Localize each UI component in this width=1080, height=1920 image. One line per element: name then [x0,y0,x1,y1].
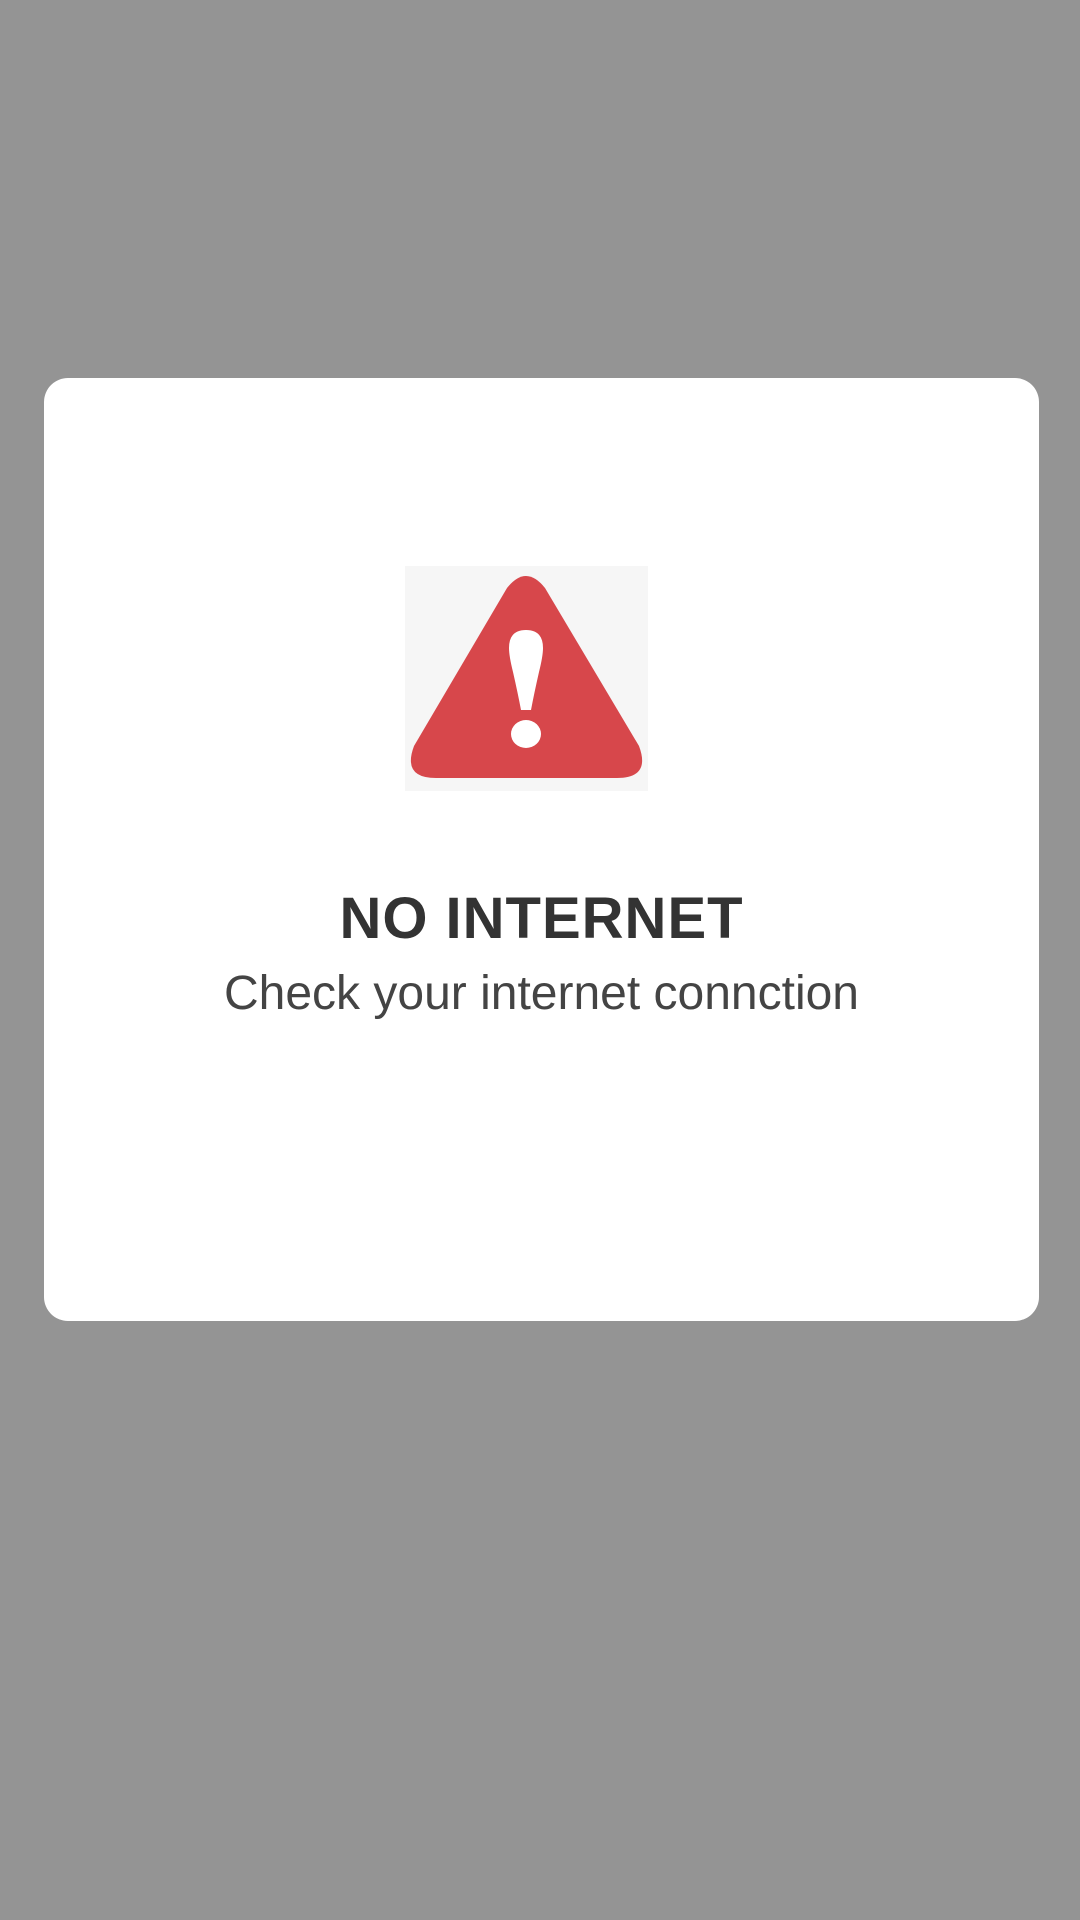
no-internet-dialog: NO INTERNET Check your internet connctio… [44,378,1039,1321]
dialog-message: Check your internet connction [223,967,859,1020]
warning-triangle-icon [410,576,643,778]
warning-icon-container [405,566,648,791]
dialog-title: NO INTERNET [339,886,744,951]
